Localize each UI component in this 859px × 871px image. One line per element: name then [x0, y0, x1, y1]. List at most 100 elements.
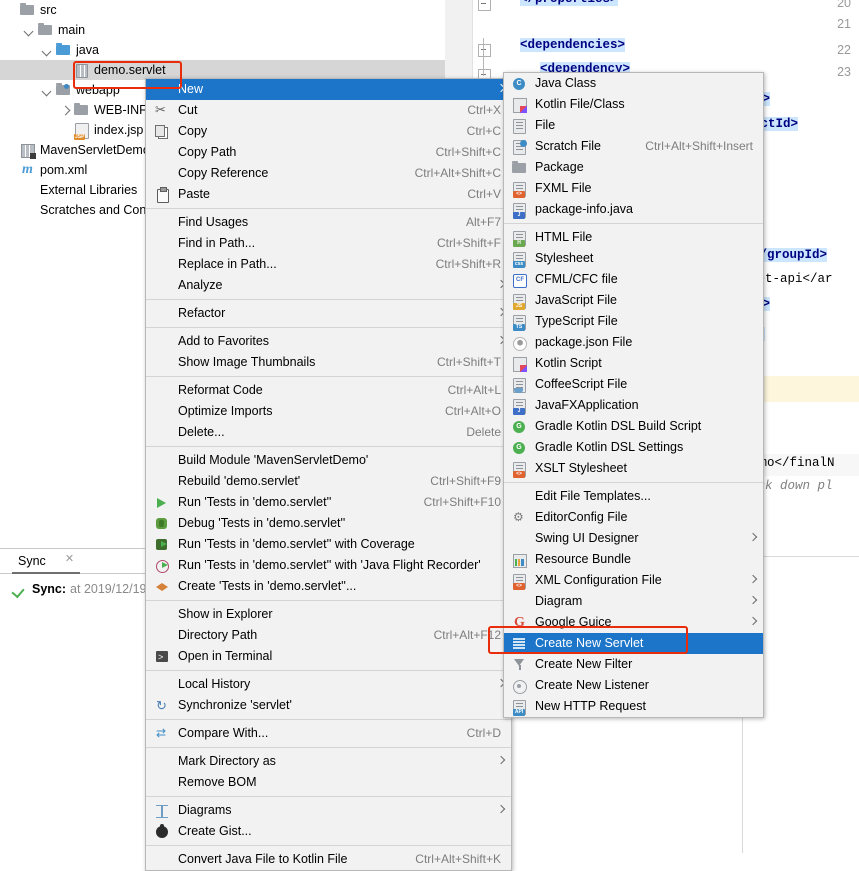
- menu-item-label: Analyze: [178, 278, 223, 292]
- menu-item-label: Run 'Tests in 'demo.servlet'' with 'Java…: [178, 558, 481, 572]
- submenu-item-diagram[interactable]: Diagram: [504, 591, 763, 612]
- submenu-item-create-new-filter[interactable]: Create New Filter: [504, 654, 763, 675]
- menu-item-refactor[interactable]: Refactor: [146, 303, 511, 324]
- menu-item-paste[interactable]: Paste Ctrl+V: [146, 184, 511, 205]
- submenu-item-stylesheet[interactable]: css Stylesheet: [504, 248, 763, 269]
- tab-sync[interactable]: Sync: [18, 551, 46, 572]
- menu-item-debug-tests-in-demo-servlet[interactable]: Debug 'Tests in 'demo.servlet'': [146, 513, 511, 534]
- submenu-item-kotlin-file-class[interactable]: Kotlin File/Class: [504, 94, 763, 115]
- menu-item-copy-path[interactable]: Copy Path Ctrl+Shift+C: [146, 142, 511, 163]
- submenu-item-file[interactable]: File: [504, 115, 763, 136]
- submenu-item-label: Swing UI Designer: [535, 531, 639, 545]
- chevron-right-icon[interactable]: [60, 105, 71, 116]
- chevron-down-icon[interactable]: [24, 25, 35, 36]
- submenu-item-fxml-file[interactable]: <> FXML File: [504, 178, 763, 199]
- submenu-item-javascript-file[interactable]: JS JavaScript File: [504, 290, 763, 311]
- tree-item-label: main: [58, 23, 86, 37]
- submenu-separator: [504, 482, 763, 483]
- menu-item-optimize-imports[interactable]: Optimize Imports Ctrl+Alt+O: [146, 401, 511, 422]
- menu-item-run-tests-in-demo-servlet[interactable]: Run 'Tests in 'demo.servlet'' Ctrl+Shift+…: [146, 492, 511, 513]
- menu-item-add-to-favorites[interactable]: Add to Favorites: [146, 331, 511, 352]
- menu-item-copy-reference[interactable]: Copy Reference Ctrl+Alt+Shift+C: [146, 163, 511, 184]
- submenu-item-label: HTML File: [535, 230, 593, 244]
- menu-item-run-tests-in-demo-servlet-with-coverage[interactable]: Run 'Tests in 'demo.servlet'' with Cover…: [146, 534, 511, 555]
- submenu-item-coffeescript-file[interactable]: CoffeeScript File: [504, 374, 763, 395]
- menu-item-replace-in-path[interactable]: Replace in Path... Ctrl+Shift+R: [146, 254, 511, 275]
- chevron-down-icon[interactable]: [42, 45, 53, 56]
- submenu-item-label: Scratch File: [535, 139, 601, 153]
- menu-item-shortcut: Alt+F7: [465, 215, 501, 229]
- menu-item-mark-directory-as[interactable]: Mark Directory as: [146, 751, 511, 772]
- fold-marker[interactable]: [478, 44, 491, 57]
- menu-item-cut[interactable]: Cut Ctrl+X: [146, 100, 511, 121]
- fxml-file-icon: <>: [511, 181, 528, 198]
- menu-item-label: Diagrams: [178, 803, 232, 817]
- menu-item-diagrams[interactable]: Diagrams: [146, 800, 511, 821]
- tree-item-java[interactable]: java: [0, 40, 445, 60]
- menu-item-remove-bom[interactable]: Remove BOM: [146, 772, 511, 793]
- close-icon[interactable]: ✕: [64, 554, 75, 565]
- menu-item-show-in-explorer[interactable]: Show in Explorer: [146, 604, 511, 625]
- submenu-item-cfml-cfc-file[interactable]: CF CFML/CFC file: [504, 269, 763, 290]
- menu-separator: [146, 670, 511, 671]
- menu-item-create-gist[interactable]: Create Gist...: [146, 821, 511, 842]
- submenu-item-package[interactable]: Package: [504, 157, 763, 178]
- submenu-item-edit-file-templates[interactable]: Edit File Templates...: [504, 486, 763, 507]
- menu-item-label: Run 'Tests in 'demo.servlet'' with Cover…: [178, 537, 415, 551]
- tree-item-demo-servlet[interactable]: demo.servlet: [0, 60, 445, 80]
- menu-item-find-in-path[interactable]: Find in Path... Ctrl+Shift+F: [146, 233, 511, 254]
- submenu-item-kotlin-script[interactable]: Kotlin Script: [504, 353, 763, 374]
- submenu-item-create-new-listener[interactable]: Create New Listener: [504, 675, 763, 696]
- tree-item-src[interactable]: src: [0, 0, 445, 20]
- submenu-item-gradle-kotlin-dsl-settings[interactable]: G Gradle Kotlin DSL Settings: [504, 437, 763, 458]
- iml-file-icon: [19, 142, 36, 159]
- submenu-item-swing-ui-designer[interactable]: Swing UI Designer: [504, 528, 763, 549]
- submenu-item-gradle-kotlin-dsl-build-script[interactable]: G Gradle Kotlin DSL Build Script: [504, 416, 763, 437]
- menu-item-analyze[interactable]: Analyze: [146, 275, 511, 296]
- submenu-item-xml-configuration-file[interactable]: <> XML Configuration File: [504, 570, 763, 591]
- chevron-down-icon[interactable]: [42, 85, 53, 96]
- submenu-item-typescript-file[interactable]: TS TypeScript File: [504, 311, 763, 332]
- submenu-item-java-class[interactable]: C Java Class: [504, 73, 763, 94]
- context-menu[interactable]: New Cut Ctrl+X Copy Ctrl+C Copy Path Ctrl+Shif…: [145, 78, 512, 871]
- fold-marker[interactable]: [478, 0, 491, 11]
- menu-item-compare-with[interactable]: Compare With... Ctrl+D: [146, 723, 511, 744]
- menu-item-rebuild-demo-servlet[interactable]: Rebuild 'demo.servlet' Ctrl+Shift+F9: [146, 471, 511, 492]
- tree-item-main[interactable]: main: [0, 20, 445, 40]
- menu-item-copy[interactable]: Copy Ctrl+C: [146, 121, 511, 142]
- package-icon: [73, 62, 90, 78]
- submenu-item-create-new-servlet[interactable]: Create New Servlet: [504, 633, 763, 654]
- submenu-item-javafxapplication[interactable]: J JavaFXApplication: [504, 395, 763, 416]
- submenu-item-scratch-file[interactable]: Scratch File Ctrl+Alt+Shift+Insert: [504, 136, 763, 157]
- menu-item-directory-path[interactable]: Directory Path Ctrl+Alt+F12: [146, 625, 511, 646]
- menu-item-open-in-terminal[interactable]: Open in Terminal: [146, 646, 511, 669]
- new-submenu[interactable]: C Java Class Kotlin File/Class File Scratch …: [503, 72, 764, 718]
- menu-item-find-usages[interactable]: Find Usages Alt+F7: [146, 212, 511, 233]
- menu-item-delete[interactable]: Delete... Delete: [146, 422, 511, 443]
- submenu-item-new-http-request[interactable]: API New HTTP Request: [504, 696, 763, 717]
- menu-item-show-image-thumbnails[interactable]: Show Image Thumbnails Ctrl+Shift+T: [146, 352, 511, 373]
- submenu-item-html-file[interactable]: H HTML File: [504, 227, 763, 248]
- submenu-item-label: New HTTP Request: [535, 699, 646, 713]
- menu-item-shortcut: Ctrl+Alt+F12: [433, 628, 501, 642]
- menu-item-synchronize-servlet[interactable]: Synchronize 'servlet': [146, 695, 511, 716]
- menu-item-local-history[interactable]: Local History: [146, 674, 511, 695]
- submenu-item-editorconfig-file[interactable]: EditorConfig File: [504, 507, 763, 528]
- submenu-item-package-json-file[interactable]: ⬢ package.json File: [504, 332, 763, 353]
- refresh-icon: [154, 698, 172, 714]
- menu-no-icon: [154, 334, 172, 350]
- menu-item-new[interactable]: New: [146, 79, 511, 100]
- menu-item-convert-java-file-to-kotlin-file[interactable]: Convert Java File to Kotlin File Ctrl+Alt…: [146, 849, 511, 870]
- menu-item-reformat-code[interactable]: Reformat Code Ctrl+Alt+L: [146, 380, 511, 401]
- menu-no-icon: [154, 754, 172, 770]
- submenu-item-resource-bundle[interactable]: Resource Bundle: [504, 549, 763, 570]
- menu-item-run-tests-in-demo-servlet-with-java-flight-recorder[interactable]: Run 'Tests in 'demo.servlet'' with 'Java…: [146, 555, 511, 576]
- submenu-item-package-info-java[interactable]: Jpackage-info.java: [504, 199, 763, 220]
- submenu-item-xslt-stylesheet[interactable]: <> XSLT Stylesheet: [504, 458, 763, 479]
- menu-no-icon: [154, 257, 172, 273]
- compare-icon: [154, 726, 172, 742]
- menu-item-build-module-mavenservletdemo[interactable]: Build Module 'MavenServletDemo': [146, 450, 511, 471]
- menu-no-icon: [154, 82, 172, 98]
- menu-item-create-tests-in-demo-servlet[interactable]: Create 'Tests in 'demo.servlet''...: [146, 576, 511, 597]
- submenu-item-google-guice[interactable]: G Google Guice: [504, 612, 763, 633]
